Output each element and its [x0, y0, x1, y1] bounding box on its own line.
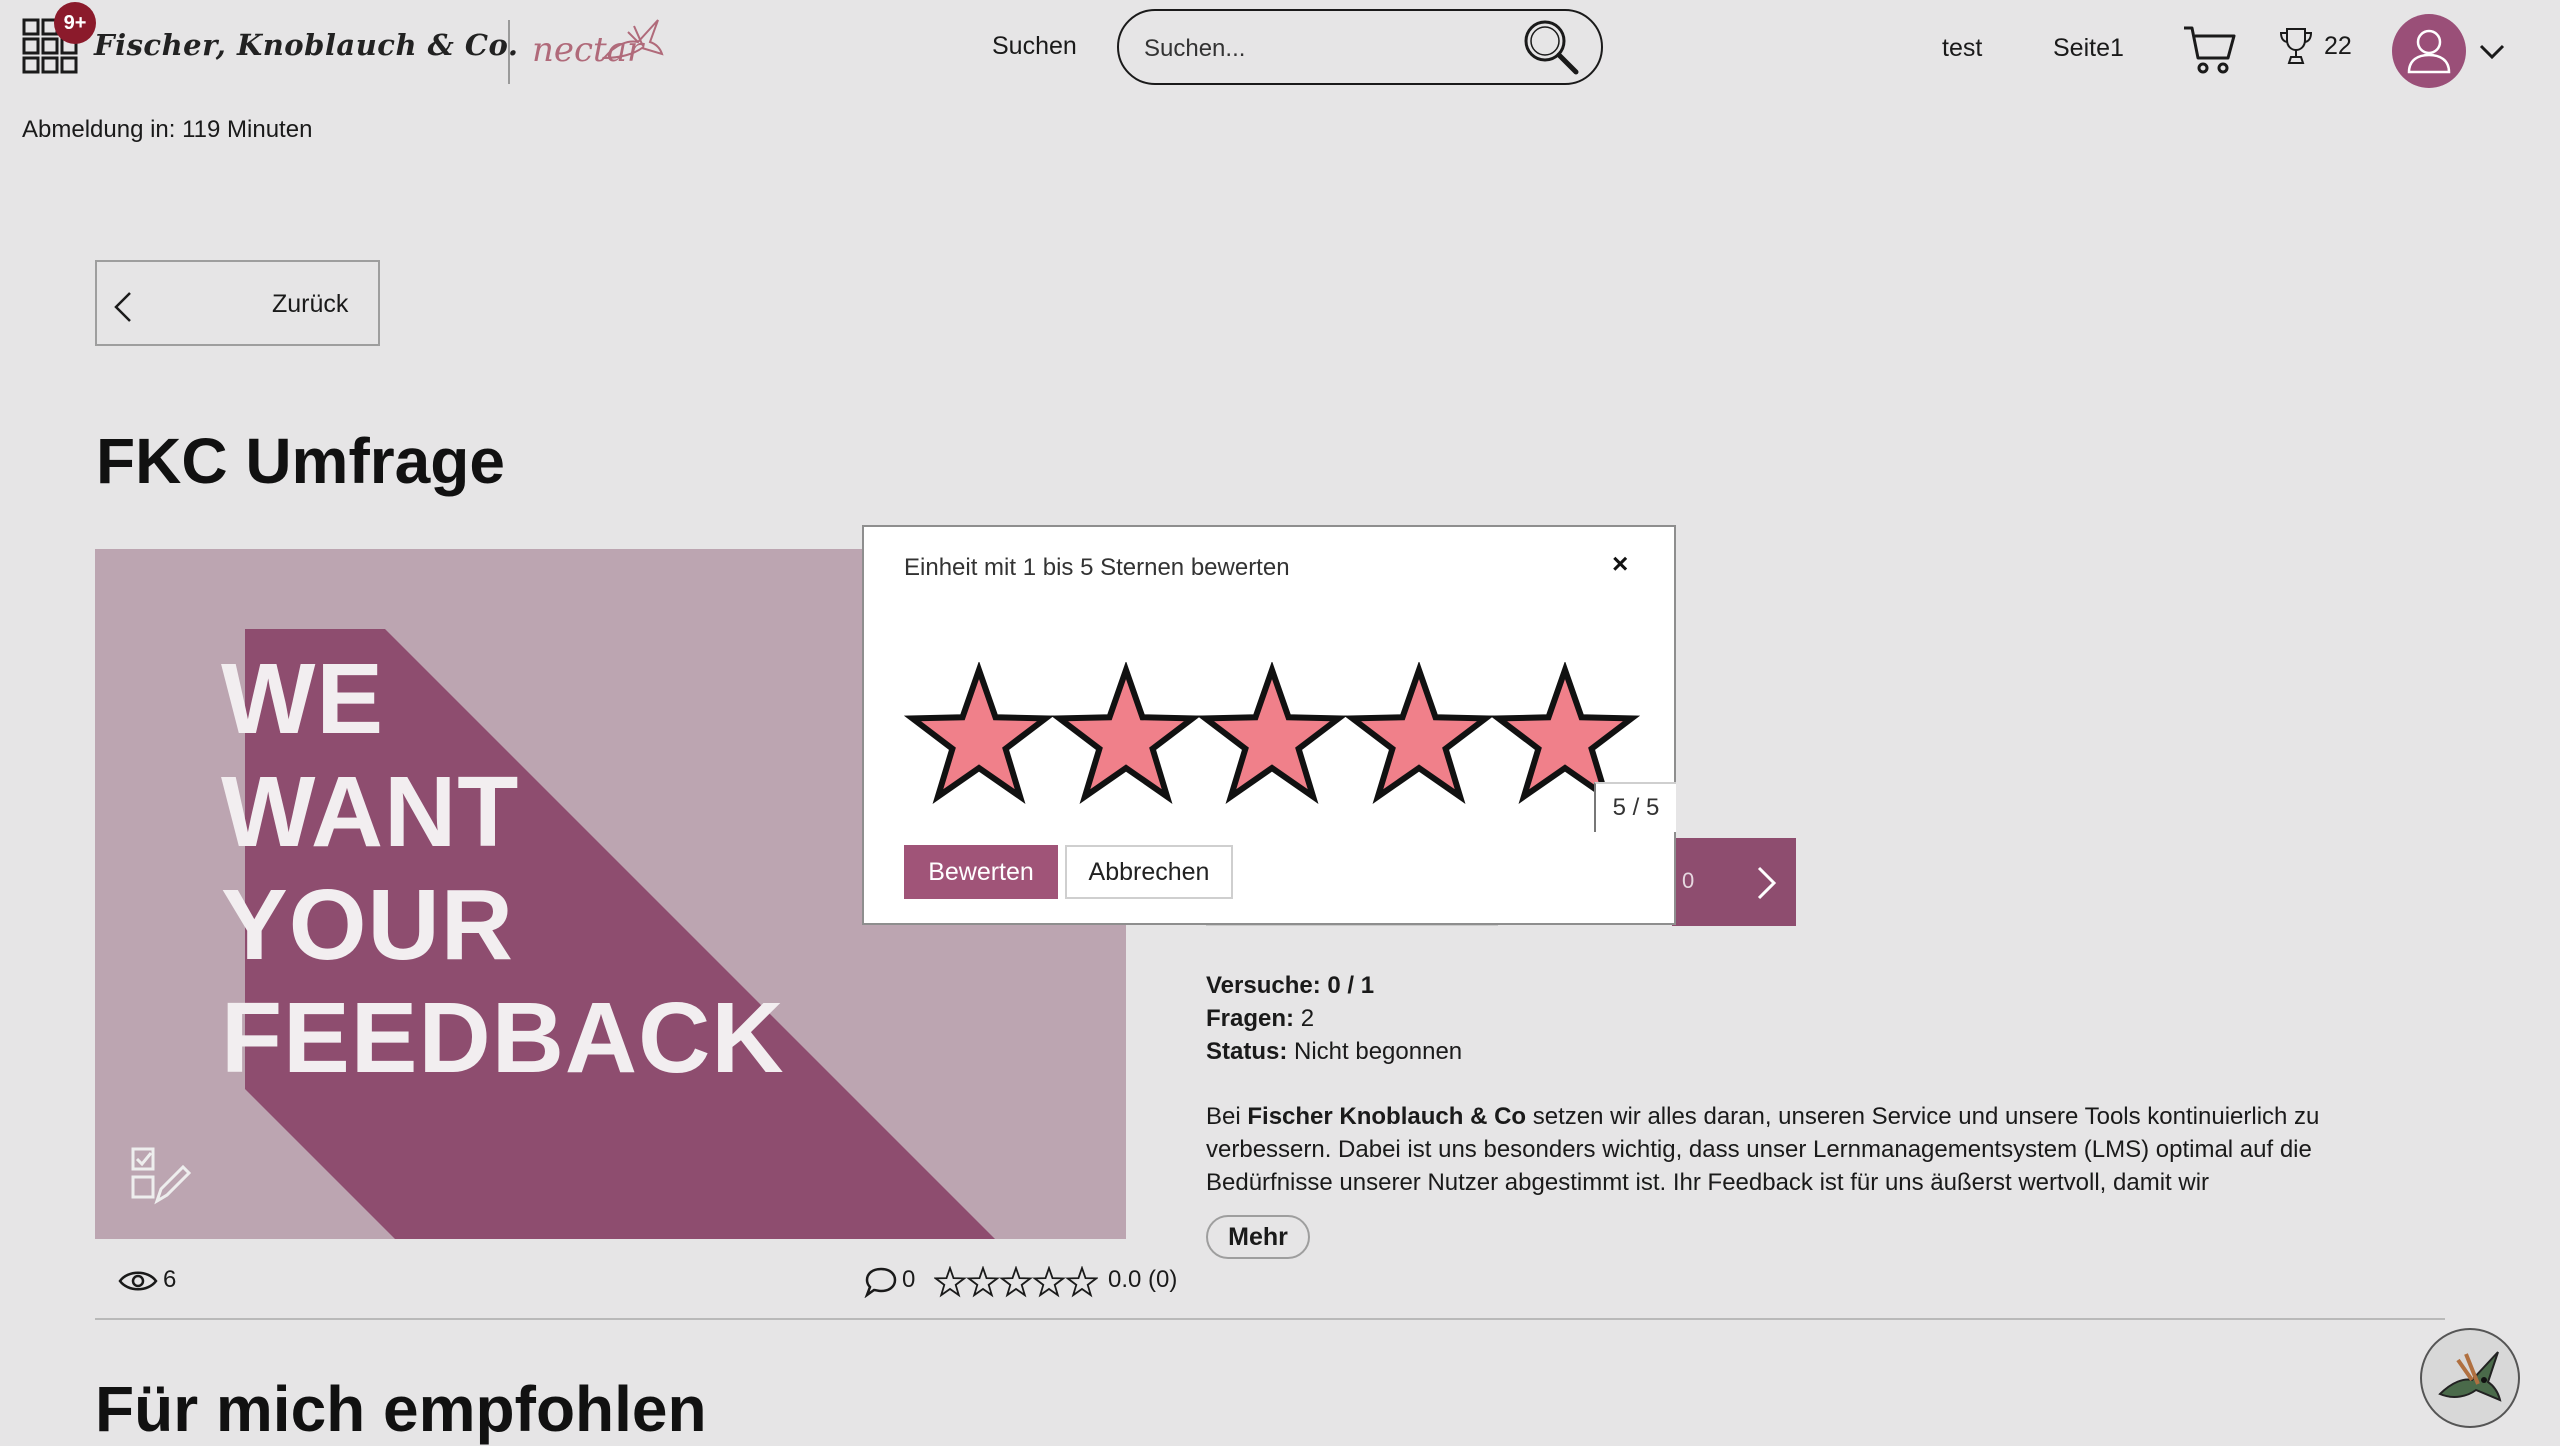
nav-link-seite1[interactable]: Seite1 — [2053, 34, 2124, 63]
submit-rating-button[interactable]: Bewerten — [904, 845, 1058, 899]
trophy-icon[interactable] — [2278, 26, 2314, 66]
status-value: Nicht begonnen — [1294, 1038, 1463, 1065]
nav-link-test[interactable]: test — [1942, 34, 1982, 63]
eye-icon — [118, 1271, 158, 1291]
modal-title: Einheit mit 1 bis 5 Sternen bewerten — [904, 554, 1290, 581]
comment-icon[interactable] — [864, 1266, 898, 1298]
description-prefix: Bei — [1206, 1103, 1241, 1130]
feedback-line: YOUR — [221, 869, 514, 981]
hummingbird-assistant-button[interactable] — [2420, 1328, 2520, 1428]
attempts-label: Versuche: — [1206, 972, 1321, 999]
questions-value: 2 — [1300, 1005, 1315, 1032]
back-button-label: Zurück — [272, 290, 349, 318]
status-label: Status: — [1206, 1038, 1288, 1065]
questions-info: Fragen: 2 — [1206, 1005, 1314, 1033]
chevron-down-icon[interactable] — [2478, 42, 2506, 62]
feedback-line: WE — [221, 643, 385, 755]
comment-count: 0 — [902, 1266, 916, 1293]
feedback-line: WANT — [221, 756, 520, 868]
hummingbird-logo-icon — [601, 19, 664, 60]
user-avatar-icon[interactable] — [2392, 14, 2466, 88]
rating-star-outline — [1032, 1266, 1066, 1298]
search-input[interactable] — [1142, 28, 1506, 70]
rating-counter: 5 / 5 — [1594, 782, 1676, 832]
close-icon[interactable]: × — [1612, 548, 1628, 580]
trophy-count: 22 — [2324, 32, 2352, 60]
brand-logo-text[interactable]: Fischer, Knoblauch & Co. — [94, 28, 518, 62]
page-title: FKC Umfrage — [96, 425, 505, 497]
logout-timer: Abmeldung in: 119 Minuten — [22, 116, 313, 143]
view-count: 6 — [163, 1266, 177, 1293]
rating-star-outline — [934, 1266, 967, 1298]
status-info: Status: Nicht begonnen — [1206, 1038, 1462, 1066]
more-button[interactable]: Mehr — [1206, 1215, 1310, 1259]
rating-summary: 0.0 (0) — [1108, 1266, 1178, 1293]
pager-number: 0 — [1682, 868, 1695, 893]
rating-star-2[interactable] — [1050, 662, 1201, 806]
course-description: Bei Fischer Knoblauch & Co setzen wir al… — [1206, 1100, 2416, 1199]
hummingbird-icon — [2438, 1351, 2502, 1402]
attempts-value: 0 / 1 — [1327, 972, 1375, 999]
feedback-headline: WE WANT YOUR FEEDBACK — [221, 643, 785, 1095]
rating-star-outline — [999, 1266, 1033, 1298]
nav-search-label[interactable]: Suchen — [992, 32, 1077, 61]
rating-star-3[interactable] — [1197, 662, 1347, 806]
chevron-right-icon[interactable] — [1754, 864, 1780, 902]
section-divider — [95, 1318, 2445, 1320]
feedback-line: FEEDBACK — [221, 982, 785, 1094]
cancel-button[interactable]: Abbrechen — [1065, 845, 1233, 899]
brand-divider — [508, 20, 510, 84]
questions-label: Fragen: — [1206, 1005, 1295, 1032]
user-silhouette-icon — [2407, 29, 2451, 74]
notification-badge: 9+ — [54, 2, 96, 44]
rating-stars-display — [934, 1266, 1098, 1298]
cart-icon[interactable] — [2182, 24, 2238, 76]
rating-star-outline — [966, 1266, 1000, 1298]
description-company: Fischer Knoblauch & Co — [1247, 1103, 1527, 1130]
rating-star-4[interactable] — [1343, 662, 1494, 806]
search-icon[interactable] — [1520, 16, 1582, 78]
attempts-info: Versuche: 0 / 1 — [1206, 972, 1374, 1000]
survey-edit-icon — [131, 1147, 192, 1205]
rating-star-1[interactable] — [904, 662, 1054, 806]
rating-star-outline — [1065, 1266, 1098, 1298]
chevron-left-icon — [114, 292, 131, 322]
